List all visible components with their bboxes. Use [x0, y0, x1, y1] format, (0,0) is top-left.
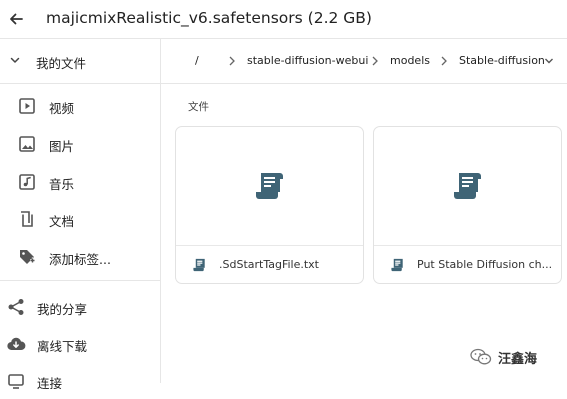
document-scroll-icon — [453, 173, 481, 199]
breadcrumb: / stable-diffusion-webui models Stable-d… — [161, 39, 567, 84]
sidebar-item-video[interactable]: 视频 — [0, 88, 160, 124]
page-title: majicmixRealistic_v6.safetensors (2.2 GB… — [46, 9, 372, 27]
document-scroll-icon — [255, 173, 283, 199]
back-button[interactable] — [4, 7, 28, 31]
cloud-download-icon — [7, 337, 26, 351]
file-name: Put Stable Diffusion ch... — [417, 258, 553, 271]
file-card-footer: .SdStartTagFile.txt — [176, 245, 363, 284]
document-scroll-icon — [193, 258, 205, 272]
chevron-right-icon — [372, 56, 378, 66]
files-section-label: 文件 — [188, 101, 209, 113]
file-card[interactable]: Put Stable Diffusion ch... — [373, 126, 562, 284]
file-preview — [176, 127, 363, 245]
sidebar-item-label: 图片 — [49, 139, 75, 154]
file-card-footer: Put Stable Diffusion ch... — [374, 245, 561, 284]
sidebar: 我的文件 视频 图片 音乐 文档 添加标签... 我的分享 离线下载 连接 — [0, 39, 161, 391]
chevron-right-icon — [441, 56, 447, 66]
section-label: 我的文件 — [36, 56, 87, 71]
breadcrumb-item[interactable]: stable-diffusion-webui — [247, 54, 368, 67]
file-card[interactable]: .SdStartTagFile.txt — [175, 126, 364, 284]
chevron-right-icon — [229, 56, 235, 66]
chevron-down-icon — [10, 57, 20, 63]
sidebar-item-connect[interactable]: 连接 — [0, 363, 160, 399]
sidebar-item-my-shares[interactable]: 我的分享 — [0, 289, 160, 325]
document-icon — [21, 211, 33, 227]
sidebar-item-label: 文档 — [49, 214, 75, 229]
document-scroll-icon — [391, 258, 403, 272]
breadcrumb-item[interactable]: models — [390, 54, 430, 67]
watermark: 汪鑫海 — [470, 344, 537, 370]
watermark-text: 汪鑫海 — [498, 351, 538, 367]
sidebar-item-label: 我的分享 — [37, 302, 88, 317]
link-icon — [8, 374, 24, 389]
sidebar-item-label: 视频 — [49, 101, 75, 116]
sidebar-item-label: 音乐 — [49, 177, 75, 192]
tag-icon — [20, 250, 35, 264]
sidebar-item-label: 离线下载 — [37, 339, 88, 354]
arrow-left-icon — [10, 13, 23, 25]
sidebar-item-images[interactable]: 图片 — [0, 126, 160, 162]
chevron-down-icon[interactable] — [544, 57, 554, 65]
image-icon — [19, 136, 35, 152]
my-files-section-toggle[interactable]: 我的文件 — [0, 39, 160, 84]
sidebar-item-add-tag[interactable]: 添加标签... — [0, 239, 160, 275]
file-name: .SdStartTagFile.txt — [219, 258, 319, 271]
video-icon — [19, 98, 35, 114]
sidebar-divider — [0, 280, 160, 281]
wechat-icon — [470, 348, 492, 365]
share-icon — [8, 299, 24, 315]
sidebar-item-label: 添加标签... — [49, 252, 111, 267]
music-icon — [19, 174, 35, 190]
sidebar-item-music[interactable]: 音乐 — [0, 164, 160, 200]
file-preview — [374, 127, 561, 245]
breadcrumb-root[interactable]: / — [195, 54, 199, 67]
sidebar-item-offline-download[interactable]: 离线下载 — [0, 326, 160, 362]
sidebar-item-documents[interactable]: 文档 — [0, 201, 160, 237]
app-header: majicmixRealistic_v6.safetensors (2.2 GB… — [0, 0, 567, 39]
breadcrumb-current[interactable]: Stable-diffusion — [459, 54, 545, 67]
